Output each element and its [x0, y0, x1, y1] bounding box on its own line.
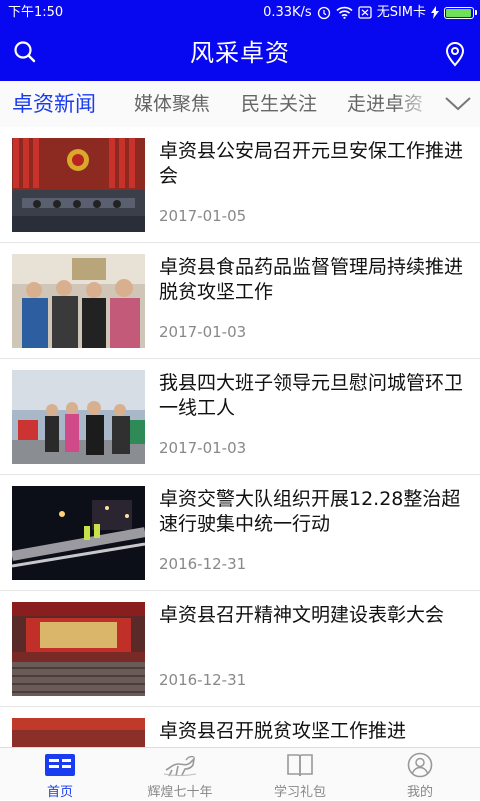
- tab-zhuozi-news[interactable]: 卓资新闻: [12, 81, 96, 127]
- news-title: 卓资县公安局召开元旦安保工作推进会: [159, 140, 464, 187]
- nav-label: 辉煌七十年: [147, 785, 213, 800]
- news-title: 卓资交警大队组织开展12.28整治超速行驶集中统一行动: [159, 488, 461, 535]
- nav-glorious-seventy[interactable]: 辉煌七十年: [120, 748, 240, 801]
- nav-home[interactable]: 首页: [0, 748, 120, 801]
- battery-icon: [444, 6, 477, 19]
- news-home-icon: [42, 752, 78, 778]
- news-item[interactable]: 卓资县食品药品监督管理局持续推进脱贫攻坚工作 2017-01-03: [0, 243, 480, 359]
- tab-media-focus[interactable]: 媒体聚焦: [134, 81, 210, 127]
- news-date: 2017-01-03: [159, 439, 247, 457]
- news-item[interactable]: 卓资县公安局召开元旦安保工作推进会 2017-01-05: [0, 127, 480, 243]
- nav-label: 我的: [406, 785, 433, 800]
- battery-level: [446, 8, 471, 17]
- horse-icon: [162, 752, 198, 778]
- charging-icon: [431, 6, 439, 19]
- open-book-icon: [282, 752, 318, 778]
- news-title: 卓资县食品药品监督管理局持续推进脱贫攻坚工作: [159, 256, 464, 303]
- news-thumbnail: [12, 486, 145, 580]
- nav-study-pack[interactable]: 学习礼包: [240, 748, 360, 801]
- news-thumbnail: [12, 254, 145, 348]
- location-pin-icon[interactable]: [442, 39, 468, 67]
- news-list: 卓资县公安局召开元旦安保工作推进会 2017-01-05 卓资县食品药品监督管理…: [0, 127, 480, 747]
- sim-status: 无SIM卡: [376, 5, 426, 20]
- page-title: 风采卓资: [190, 39, 290, 67]
- news-date: 2017-01-05: [159, 207, 247, 225]
- news-thumbnail: [12, 602, 145, 696]
- news-thumbnail: [12, 138, 145, 232]
- news-thumbnail: [12, 370, 145, 464]
- data-saver-icon: [317, 6, 331, 20]
- status-time: 下午1:50: [8, 5, 64, 20]
- bottom-navigation: 首页 辉煌七十年 学习礼包 我的: [0, 747, 480, 800]
- news-date: 2017-01-03: [159, 323, 247, 341]
- nav-label: 学习礼包: [273, 785, 326, 800]
- nav-label: 首页: [46, 785, 73, 800]
- tab-livelihood[interactable]: 民生关注: [241, 81, 317, 127]
- news-title: 卓资县召开脱贫攻坚工作推进: [159, 720, 407, 742]
- news-item[interactable]: 我县四大班子领导元旦慰问城管环卫一线工人 2017-01-03: [0, 359, 480, 475]
- news-date: 2016-12-31: [159, 555, 247, 573]
- user-icon: [402, 752, 438, 778]
- news-title: 我县四大班子领导元旦慰问城管环卫一线工人: [159, 372, 464, 419]
- category-tabs: 卓资新闻 媒体聚焦 民生关注 走进卓资: [0, 81, 480, 128]
- news-item[interactable]: 卓资县召开脱贫攻坚工作推进: [0, 707, 480, 747]
- wifi-icon: [336, 6, 353, 19]
- tabs-more-button[interactable]: [436, 81, 480, 127]
- news-title: 卓资县召开精神文明建设表彰大会: [159, 604, 445, 626]
- news-thumbnail: [12, 718, 145, 747]
- app-header: 风采卓资: [0, 25, 480, 81]
- news-item[interactable]: 卓资县召开精神文明建设表彰大会 2016-12-31: [0, 591, 480, 707]
- news-date: 2016-12-31: [159, 671, 247, 689]
- status-bar: 下午1:50 0.33K/s 无SIM卡: [0, 0, 480, 25]
- tabs-fade: [396, 81, 436, 127]
- no-sim-icon: [358, 6, 372, 19]
- news-item[interactable]: 卓资交警大队组织开展12.28整治超速行驶集中统一行动 2016-12-31: [0, 475, 480, 591]
- nav-mine[interactable]: 我的: [360, 748, 480, 801]
- network-speed: 0.33K/s: [263, 5, 312, 20]
